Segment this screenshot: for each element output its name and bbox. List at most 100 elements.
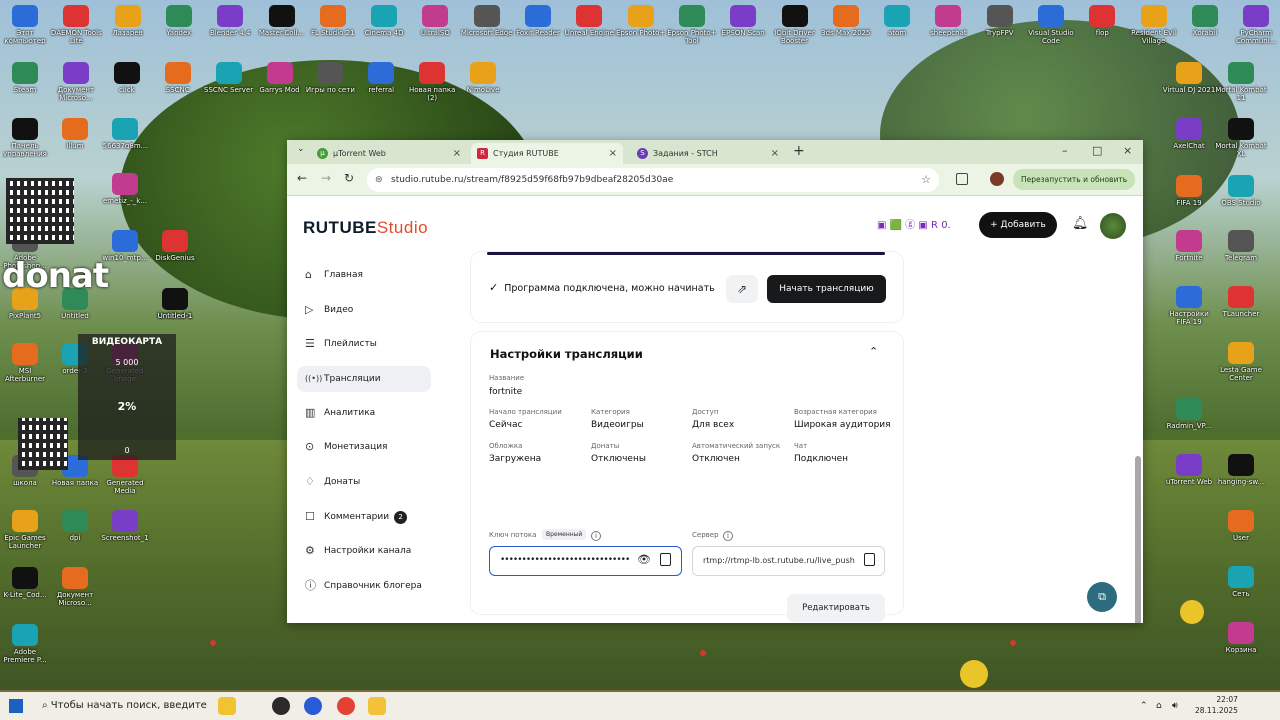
- desktop-icon[interactable]: Mortal Kombat 11: [1214, 62, 1268, 102]
- sidebar-item-6[interactable]: ♢ Донаты: [297, 465, 431, 500]
- social-icons[interactable]: ▣ 🟩 ⓖ ▣ R 0.: [877, 216, 987, 232]
- desktop-icon[interactable]: EPSON Scan: [716, 5, 770, 37]
- edit-button[interactable]: Редактировать: [787, 594, 885, 622]
- desktop-icon[interactable]: uTorrent Web: [1162, 454, 1216, 486]
- minimize-button[interactable]: –: [1062, 144, 1068, 157]
- taskbar-search-input[interactable]: ⌕ Чтобы начать поиск, введите: [42, 692, 207, 720]
- copy-icon[interactable]: [864, 553, 875, 566]
- desktop-icon[interactable]: Xorabii: [1178, 5, 1232, 37]
- desktop-icon[interactable]: Yandex: [152, 5, 206, 37]
- desktop-icon[interactable]: Telegram: [1214, 230, 1268, 262]
- desktop-icon[interactable]: Master.Coll...: [255, 5, 309, 37]
- desktop-icon[interactable]: Untitled-1: [148, 288, 202, 320]
- desktop-icon[interactable]: Epic Games Launcher: [0, 510, 52, 550]
- server-field[interactable]: rtmp://rtmp-lb.ost.rutube.ru/live_push: [692, 546, 885, 576]
- eye-icon[interactable]: 👁︎: [637, 553, 651, 566]
- desktop-icon[interactable]: K-Lite_Cod...: [0, 567, 52, 599]
- desktop-icon[interactable]: Документ Microso...: [48, 567, 102, 607]
- desktop-icon[interactable]: Корзина: [1214, 622, 1268, 654]
- desktop-icon[interactable]: Microsoft Edge: [460, 5, 514, 37]
- desktop-icon[interactable]: SSCNC: [151, 62, 205, 94]
- sidebar-item-2[interactable]: ☰ Плейлисты: [297, 327, 431, 362]
- desktop-icon[interactable]: 56637g8m...: [98, 118, 152, 150]
- desktop-icon[interactable]: Новая папка (2): [405, 62, 459, 102]
- desktop-icon[interactable]: Lesta Game Center: [1214, 342, 1268, 382]
- desktop-icon[interactable]: DAEMON Tools Lite: [49, 5, 103, 45]
- sidebar-item-9[interactable]: ⓘ Справочник блогера: [297, 569, 431, 604]
- desktop-icon[interactable]: sheepchat: [921, 5, 975, 37]
- desktop-icon[interactable]: Epson Photo+: [614, 5, 668, 37]
- desktop-icon[interactable]: UltraISO: [408, 5, 462, 37]
- desktop-icon[interactable]: NimoLive: [456, 62, 510, 94]
- close-window-button[interactable]: ×: [1123, 144, 1132, 157]
- add-button[interactable]: + Добавить: [979, 212, 1057, 238]
- extensions-icon[interactable]: [956, 173, 968, 185]
- desktop-icon[interactable]: Visual Studio Code: [1024, 5, 1078, 45]
- restart-update-button[interactable]: Перезапустить и обновить ⋮: [1013, 169, 1135, 205]
- maximize-button[interactable]: □: [1092, 144, 1102, 157]
- share-button[interactable]: ⇗: [726, 275, 758, 303]
- tab-search-icon[interactable]: ⌄: [297, 144, 305, 154]
- sidebar-item-4[interactable]: ▥ Аналитика: [297, 396, 431, 431]
- desktop-icon[interactable]: Generated Media: [98, 455, 152, 495]
- volume-icon[interactable]: 🔊︎: [1172, 692, 1178, 720]
- close-icon[interactable]: ×: [453, 143, 461, 164]
- desktop-icon[interactable]: Fortnite: [1162, 230, 1216, 262]
- desktop-icon[interactable]: PyCharm Communi...: [1229, 5, 1280, 45]
- sidebar-item-7[interactable]: ☐ Комментарии 2: [297, 500, 431, 535]
- desktop-icon[interactable]: Foxit Reader: [511, 5, 565, 37]
- desktop-icon[interactable]: Resident Evil Village: [1127, 5, 1181, 45]
- desktop-icon[interactable]: OBS Studio: [1214, 175, 1268, 207]
- chevron-up-icon[interactable]: ⌃: [869, 345, 878, 358]
- bookmark-star-icon[interactable]: ☆: [921, 168, 931, 192]
- notifications-bell-icon[interactable]: 🔔︎: [1072, 216, 1089, 231]
- rutube-studio-logo[interactable]: RUTUBEStudio: [303, 218, 428, 238]
- desktop-icon[interactable]: Сеть: [1214, 566, 1268, 598]
- desktop-icon[interactable]: MSI Afterburner: [0, 343, 52, 383]
- sidebar-item-5[interactable]: ⊙ Монетизация: [297, 430, 431, 465]
- desktop-icon[interactable]: click: [100, 62, 154, 94]
- forward-arrow-icon[interactable]: →: [321, 171, 331, 185]
- desktop-icon[interactable]: Virtual DJ 2021: [1162, 62, 1216, 94]
- desktop-icon[interactable]: Screenshot_1: [98, 510, 152, 542]
- desktop-icon[interactable]: Adobe Premiere P...: [0, 624, 52, 664]
- desktop-icon[interactable]: DiskGenius: [148, 230, 202, 262]
- desktop-icon[interactable]: FIFA 19: [1162, 175, 1216, 207]
- file-explorer-icon[interactable]: [368, 697, 386, 715]
- sidebar-item-1[interactable]: ▷ Видео: [297, 293, 431, 328]
- taskbar-app-icon[interactable]: [272, 697, 290, 715]
- back-arrow-icon[interactable]: ←: [297, 171, 307, 185]
- desktop-icon[interactable]: Документ Microso...: [49, 62, 103, 102]
- tray-chevron-icon[interactable]: ⌃: [1140, 692, 1148, 720]
- desktop-icon[interactable]: hanging-sw...: [1214, 454, 1268, 486]
- sidebar-item-8[interactable]: ⚙ Настройки канала: [297, 534, 431, 569]
- clock[interactable]: 22:07 28.11.2025: [1195, 694, 1238, 716]
- taskbar-app-icon[interactable]: [304, 697, 322, 715]
- desktop-icon[interactable]: Cinema 4D: [357, 5, 411, 37]
- desktop-icon[interactable]: illum: [48, 118, 102, 150]
- desktop-icon[interactable]: Steam: [0, 62, 52, 94]
- url-field[interactable]: ⊜ studio.rutube.ru/stream/f8925d59f68fb9…: [367, 168, 939, 192]
- new-tab-button[interactable]: +: [793, 143, 805, 159]
- tab-stch[interactable]: S Задания - STCH ×: [631, 143, 785, 164]
- info-icon[interactable]: i: [591, 531, 601, 541]
- info-icon[interactable]: i: [723, 531, 733, 541]
- desktop-icon[interactable]: TLauncher: [1214, 286, 1268, 318]
- start-stream-button[interactable]: Начать трансляцию: [767, 275, 886, 303]
- stream-key-field[interactable]: ••••••••••••••••••••••••••••••••••••••••…: [489, 546, 682, 576]
- desktop-icon[interactable]: SSCNC Server: [202, 62, 256, 94]
- sidebar-item-3[interactable]: ((•)) Трансляции: [297, 365, 431, 392]
- desktop-icon[interactable]: dpi: [48, 510, 102, 542]
- desktop-icon[interactable]: Mortal Kombat XL: [1214, 118, 1268, 158]
- profile-avatar[interactable]: [990, 172, 1004, 186]
- chrome-icon[interactable]: [337, 697, 355, 715]
- desktop-icon[interactable]: Blender 4.4: [203, 5, 257, 37]
- desktop-icon[interactable]: IObit Driver Booster: [768, 5, 822, 45]
- desktop-icon[interactable]: Лазарев: [101, 5, 155, 37]
- desktop-icon[interactable]: flop: [1075, 5, 1129, 37]
- chat-support-icon[interactable]: ⧉: [1087, 582, 1117, 612]
- close-icon[interactable]: ×: [609, 143, 617, 164]
- desktop-icon[interactable]: referral: [354, 62, 408, 94]
- tab-rutube-studio[interactable]: R Студия RUTUBE ×: [471, 143, 623, 164]
- desktop-icon[interactable]: emetiz_-_k...: [98, 173, 152, 205]
